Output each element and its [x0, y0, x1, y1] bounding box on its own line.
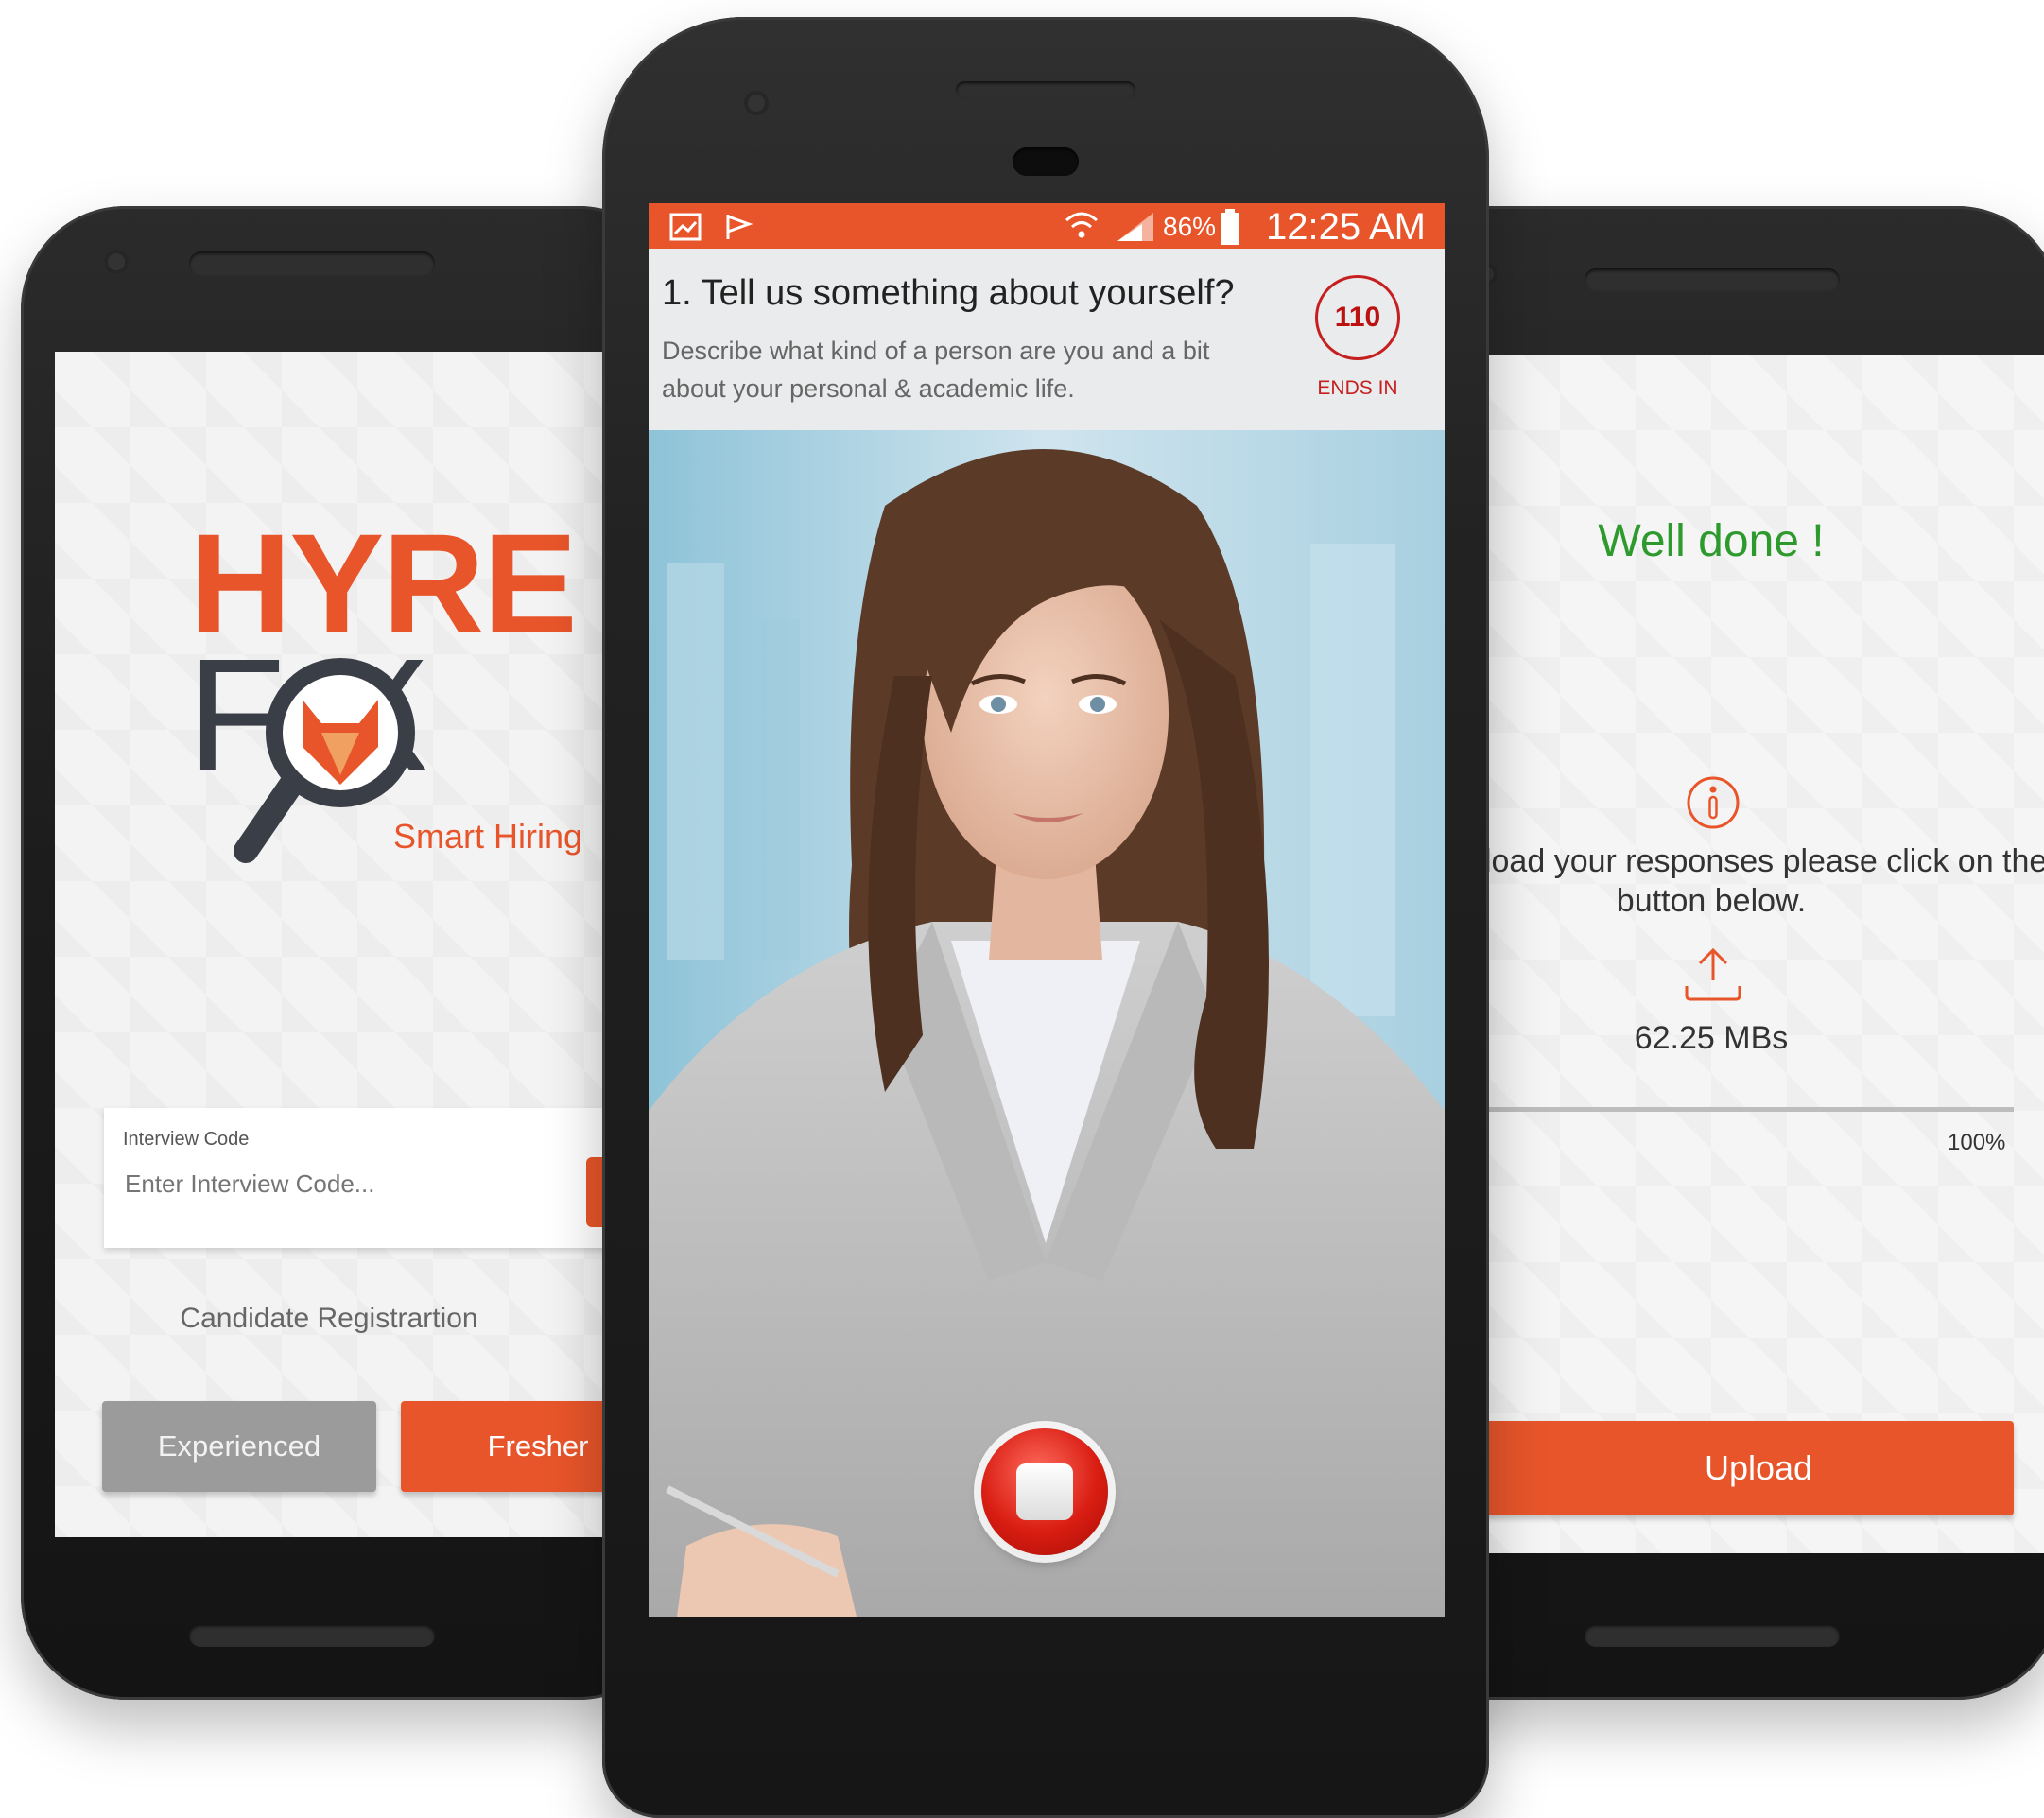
stop-recording-button[interactable]	[981, 1428, 1108, 1555]
candidate-registration-label: Candidate Registrartion	[180, 1303, 478, 1334]
upload-screen: Well done ! er to upload your responses …	[1484, 355, 2044, 1553]
upload-instruction-text: er to upload your responses please click…	[1484, 843, 2044, 919]
upload-icon	[1685, 947, 1741, 1001]
countdown-timer: 110	[1315, 275, 1400, 360]
proximity-sensor	[1013, 147, 1079, 176]
fresher-button[interactable]: Fresher	[401, 1401, 603, 1492]
wifi-icon	[1065, 212, 1098, 238]
battery-icon	[1221, 209, 1239, 245]
interview-code-label: Interview Code	[123, 1129, 250, 1150]
upload-size: 62.25 MBs	[1634, 1020, 1789, 1056]
front-camera	[744, 91, 769, 115]
upload-progress-percent: 100%	[1948, 1130, 2006, 1155]
flag-icon	[726, 215, 754, 239]
status-time: 12:25 AM	[1265, 206, 1426, 248]
interview-code-input[interactable]	[123, 1169, 580, 1200]
question-title: 1. Tell us something about yourself?	[662, 273, 1235, 313]
upload-button[interactable]: Upload	[1484, 1421, 2014, 1515]
info-icon	[1687, 776, 1740, 829]
question-description: Describe what kind of a person are you a…	[662, 337, 1210, 403]
stop-icon	[1016, 1463, 1073, 1520]
battery-percent: 86%	[1163, 212, 1217, 241]
speaker-grille	[189, 251, 435, 276]
bottom-speaker	[1585, 1624, 1840, 1647]
well-done-title: Well done !	[1598, 516, 1825, 566]
logo-tagline: Smart Hiring	[393, 817, 583, 856]
signal-icon	[1117, 213, 1153, 241]
bottom-speaker	[189, 1624, 435, 1647]
earpiece	[956, 81, 1135, 98]
timer-label: ENDS IN	[1317, 377, 1398, 399]
interview-code-card: Interview Code	[104, 1108, 603, 1248]
login-screen: HYRE F X Smart Hiring Interview Code Can…	[55, 352, 603, 1537]
gallery-icon	[669, 213, 702, 241]
upload-progress-bar	[1484, 1107, 2014, 1112]
speaker-grille	[1585, 268, 1840, 291]
recording-screen: 86% 12:25 AM 1. Tell us something about …	[649, 203, 1445, 1617]
submit-code-button[interactable]	[586, 1157, 603, 1227]
question-panel: 1. Tell us something about yourself? Des…	[649, 249, 1445, 430]
front-camera	[104, 250, 129, 274]
upload-progress-fill	[1484, 1107, 2014, 1112]
status-bar: 86% 12:25 AM	[649, 203, 1445, 249]
experienced-button[interactable]: Experienced	[102, 1401, 376, 1492]
